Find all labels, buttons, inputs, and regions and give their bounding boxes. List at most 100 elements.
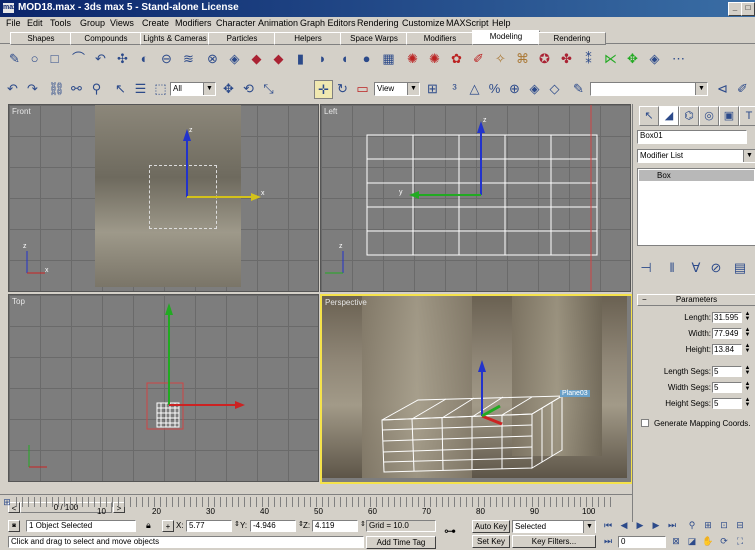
- zoom-extents-all-icon[interactable]: ⊟: [732, 518, 748, 532]
- spinner-icon[interactable]: ▲ ▼: [744, 397, 751, 409]
- cylinder-icon[interactable]: ▮: [292, 50, 309, 67]
- select-and-move-icon[interactable]: ✛: [314, 80, 333, 99]
- circle-icon[interactable]: ○: [26, 50, 43, 67]
- length-segs-input[interactable]: 5: [712, 366, 742, 377]
- spinner-icon[interactable]: ▲ ▼: [744, 311, 751, 323]
- maxscript-listener-icon[interactable]: ◙: [8, 520, 20, 532]
- menu-tools[interactable]: Tools: [50, 18, 71, 28]
- go-to-start-icon[interactable]: ⏮: [600, 518, 616, 532]
- unlink-icon[interactable]: ⚯: [68, 80, 85, 97]
- menu-file[interactable]: File: [6, 18, 21, 28]
- tab-compounds[interactable]: Compounds: [70, 32, 142, 45]
- select-scale-icon[interactable]: ⤡: [260, 80, 277, 97]
- bind-space-warp-icon[interactable]: ⚲: [88, 80, 105, 97]
- select-link-icon[interactable]: ⛓: [48, 80, 65, 97]
- width-segs-input[interactable]: 5: [712, 382, 742, 393]
- tab-shapes[interactable]: Shapes: [10, 32, 72, 45]
- generate-mapping-checkbox[interactable]: [641, 419, 649, 427]
- select-and-rotate-icon[interactable]: ↻: [334, 80, 351, 97]
- menu-animation[interactable]: Animation: [258, 18, 298, 28]
- arc-rotate-icon[interactable]: ⟳: [716, 534, 732, 548]
- tab-modeling[interactable]: Modeling: [472, 30, 540, 45]
- modifier-list-dropdown[interactable]: Modifier List ▼: [637, 149, 755, 163]
- loft-icon[interactable]: ◆: [248, 50, 265, 67]
- percent-snap-icon[interactable]: %: [486, 80, 503, 97]
- height-segs-input[interactable]: 5: [712, 398, 742, 409]
- selection-filter-dropdown[interactable]: All ▼: [170, 82, 216, 96]
- maximize-icon[interactable]: □: [741, 2, 755, 16]
- time-config-icon[interactable]: ⊠: [668, 534, 684, 548]
- next-frame-icon[interactable]: ▶: [648, 518, 664, 532]
- menu-modifiers[interactable]: Modifiers: [175, 18, 212, 28]
- set-key-button[interactable]: Set Key: [472, 535, 510, 548]
- optimize-icon[interactable]: ◈: [646, 50, 663, 67]
- select-rotate-icon[interactable]: ⟲: [240, 80, 257, 97]
- ref-coord-dropdown[interactable]: View ▼: [374, 82, 420, 96]
- show-end-result-icon[interactable]: ‖: [665, 259, 679, 276]
- parameters-rollout-header[interactable]: − Parameters: [637, 294, 755, 306]
- modifier-stack[interactable]: Box: [637, 168, 755, 246]
- x-coordinate-field[interactable]: 5.77: [186, 520, 232, 532]
- sphere-icon[interactable]: ●: [358, 50, 375, 67]
- bend-icon[interactable]: ✣: [114, 50, 131, 67]
- width-input[interactable]: 77.949: [712, 328, 742, 339]
- previous-frame-icon[interactable]: ◀: [616, 518, 632, 532]
- minimize-icon[interactable]: _: [728, 2, 742, 16]
- tab-space-warps[interactable]: Space Warps: [340, 32, 408, 45]
- mirror-icon[interactable]: ◈: [526, 80, 543, 97]
- create-tab-icon[interactable]: ↖: [639, 106, 659, 126]
- select-poly-icon[interactable]: ⁑: [580, 50, 597, 67]
- modify-tab-icon[interactable]: ◢: [659, 106, 679, 126]
- tube-icon[interactable]: ◖: [336, 50, 353, 67]
- line-icon[interactable]: ✎: [6, 50, 23, 67]
- twist-icon[interactable]: ⊖: [158, 50, 175, 67]
- tab-helpers[interactable]: Helpers: [274, 32, 342, 45]
- length-input[interactable]: 31.595: [712, 312, 742, 323]
- add-time-tag-button[interactable]: Add Time Tag: [366, 536, 436, 549]
- spinner-icon[interactable]: ▲ ▼: [744, 327, 751, 339]
- menu-graph-editors[interactable]: Graph Editors: [300, 18, 356, 28]
- pin-stack-icon[interactable]: ⊣: [639, 259, 653, 276]
- viewport-top[interactable]: Top: [8, 294, 319, 482]
- configure-sets-icon[interactable]: ▤: [733, 259, 747, 276]
- key-filters-button[interactable]: Key Filters...: [512, 535, 596, 548]
- select-by-name-icon[interactable]: ☰: [132, 80, 149, 97]
- y-coordinate-field[interactable]: -4.946: [250, 520, 296, 532]
- snap-3d-icon[interactable]: ³: [446, 80, 463, 97]
- menu-edit[interactable]: Edit: [27, 18, 43, 28]
- select-object-icon[interactable]: ↖: [112, 80, 129, 97]
- rect-selection-icon[interactable]: ⬚: [152, 80, 169, 97]
- hair-icon[interactable]: ✿: [448, 50, 465, 67]
- align-icon[interactable]: ◇: [546, 80, 563, 97]
- noise-icon[interactable]: ≋: [180, 50, 197, 67]
- go-to-end-icon[interactable]: ⏭: [664, 518, 680, 532]
- box-icon[interactable]: ◗: [314, 50, 331, 67]
- render-icon[interactable]: ✺: [426, 50, 443, 67]
- shell-icon[interactable]: ✪: [536, 50, 553, 67]
- spinner-icon[interactable]: ▲ ▼: [744, 343, 751, 355]
- paint-icon[interactable]: ✐: [470, 50, 487, 67]
- pivot-center-icon[interactable]: ⊞: [424, 80, 441, 97]
- display-tab-icon[interactable]: ▣: [719, 106, 739, 126]
- boolean-icon[interactable]: ◈: [226, 50, 243, 67]
- viewport-front[interactable]: Front z x z x: [8, 104, 319, 292]
- hsds-icon[interactable]: ⋉: [602, 50, 619, 67]
- named-selection-icon[interactable]: ✎: [570, 80, 587, 97]
- angle-snap-icon[interactable]: △: [466, 80, 483, 97]
- lock-selection-icon[interactable]: 🔒︎: [146, 520, 151, 531]
- mesh-smooth-icon[interactable]: ⊗: [204, 50, 221, 67]
- material-icon[interactable]: ✺: [404, 50, 421, 67]
- tab-modifiers[interactable]: Modifiers: [406, 32, 474, 45]
- menu-customize[interactable]: Customize: [402, 18, 445, 28]
- meshsmooth-icon[interactable]: ✥: [624, 50, 641, 67]
- tab-particles[interactable]: Particles: [208, 32, 276, 45]
- viewport-perspective[interactable]: Plane03 Perspective: [320, 294, 633, 484]
- lathe-icon[interactable]: ↶: [92, 50, 109, 67]
- key-mode-icon[interactable]: ⊶: [444, 524, 456, 538]
- spinner-icon[interactable]: ▲ ▼: [744, 365, 751, 377]
- rectangle-icon[interactable]: □: [46, 50, 63, 67]
- play-icon[interactable]: ▶: [632, 518, 648, 532]
- track-bar[interactable]: ⊞ 10 20 30 40 50 60 70 80 90 100: [0, 494, 632, 520]
- key-mode-dropdown[interactable]: Selected ▼: [512, 520, 596, 533]
- menu-rendering[interactable]: Rendering: [357, 18, 399, 28]
